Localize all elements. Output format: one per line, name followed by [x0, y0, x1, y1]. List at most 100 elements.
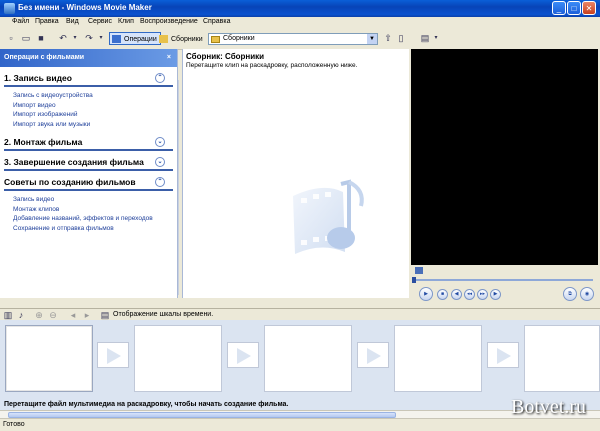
close-button[interactable]: ✕	[582, 1, 596, 15]
section-links: Запись видео Монтаж клипов Добавление на…	[0, 191, 177, 235]
seek-bar[interactable]	[411, 277, 598, 283]
link-tip-capture-video[interactable]: Запись видео	[13, 195, 177, 205]
arrow-right-icon	[367, 348, 381, 364]
monitor-icon	[415, 267, 423, 274]
zoom-out-icon[interactable]: ⊖	[48, 310, 58, 320]
section-tips[interactable]: Советы по созданию фильмов ⌃	[0, 175, 177, 189]
undo-icon[interactable]: ↶	[58, 33, 68, 43]
undo-dropdown-icon[interactable]: ▾	[70, 33, 80, 43]
task-pane-header: Операции с фильмами ×	[0, 49, 177, 67]
section-capture-video[interactable]: 1. Запись видео ⌃	[0, 71, 177, 85]
menu-clip[interactable]: Клип	[118, 18, 134, 25]
view-options-dropdown-icon[interactable]: ▾	[431, 33, 441, 43]
menu-edit[interactable]: Правка	[35, 18, 59, 25]
link-import-pictures[interactable]: Импорт изображений	[13, 110, 177, 120]
arrow-right-icon	[107, 348, 121, 364]
section-divider	[4, 169, 173, 171]
section-finish-movie[interactable]: 3. Завершение создания фильма ⌄	[0, 155, 177, 169]
transition-cell[interactable]	[97, 342, 129, 368]
maximize-button[interactable]: □	[567, 1, 581, 15]
storyboard-hint: Перетащите файл мультимедиа на раскадров…	[4, 401, 289, 408]
collection-title: Сборник: Сборники	[186, 52, 265, 61]
chevron-down-icon[interactable]: ▼	[367, 34, 377, 44]
storyboard-cell[interactable]	[5, 325, 93, 392]
menu-bar: Файл Правка Вид Сервис Клип Воспроизведе…	[0, 17, 600, 29]
narrate-icon[interactable]: ♪	[16, 310, 26, 320]
title-bar: Без имени - Windows Movie Maker _ □ ✕	[0, 0, 600, 17]
collection-select[interactable]: Сборники ▼	[208, 33, 378, 45]
save-icon[interactable]: ■	[36, 33, 46, 43]
forward-button[interactable]: ▸▸	[477, 289, 488, 300]
collection-pane[interactable]: Сборник: Сборники Перетащите клип на рас…	[182, 49, 410, 298]
menu-tools[interactable]: Сервис	[88, 18, 112, 25]
folder-icon	[211, 36, 220, 43]
task-pane-title: Операции с фильмами	[4, 54, 85, 61]
redo-icon[interactable]: ↷	[84, 33, 94, 43]
status-bar: Готово	[0, 418, 600, 431]
menu-view[interactable]: Вид	[66, 18, 79, 25]
transition-cell[interactable]	[227, 342, 259, 368]
link-tip-edit-clips[interactable]: Монтаж клипов	[13, 205, 177, 215]
section-links: Запись с видеоустройства Импорт видео Им…	[0, 87, 177, 131]
zoom-in-icon[interactable]: ⊕	[34, 310, 44, 320]
minimize-button[interactable]: _	[552, 1, 566, 15]
section-title: 1. Запись видео	[4, 73, 72, 83]
section-title: 2. Монтаж фильма	[4, 137, 83, 147]
video-screen	[411, 49, 598, 265]
collections-label: Сборники	[171, 36, 203, 43]
operations-label: Операции	[124, 36, 157, 43]
take-picture-button[interactable]: ◉	[580, 287, 594, 301]
arrow-right-icon	[237, 348, 251, 364]
rewind-button[interactable]: ◂◂	[464, 289, 475, 300]
link-import-video[interactable]: Импорт видео	[13, 101, 177, 111]
section-title: 3. Завершение создания фильма	[4, 157, 144, 167]
transition-cell[interactable]	[357, 342, 389, 368]
seek-track	[413, 279, 593, 281]
menu-file[interactable]: Файл	[12, 18, 29, 25]
seek-thumb[interactable]	[412, 277, 416, 283]
redo-dropdown-icon[interactable]: ▾	[96, 33, 106, 43]
storyboard-cell[interactable]	[524, 325, 600, 392]
new-project-icon[interactable]: ▫	[6, 33, 16, 43]
chevron-down-icon[interactable]: ⌄	[155, 157, 165, 167]
site-watermark: Botvet.ru	[511, 396, 586, 418]
new-collection-icon[interactable]: ▯	[396, 33, 406, 43]
transition-cell[interactable]	[487, 342, 519, 368]
section-edit-movie[interactable]: 2. Монтаж фильма ⌄	[0, 135, 177, 149]
storyboard-icon[interactable]: ▥	[3, 310, 13, 320]
section-divider	[4, 149, 173, 151]
stop-button[interactable]: ■	[437, 289, 448, 300]
play-button[interactable]: ▶	[419, 287, 433, 301]
split-clip-button[interactable]: ⧉	[563, 287, 577, 301]
show-timeline-label[interactable]: Отображение шкалы времени.	[113, 311, 213, 318]
menu-help[interactable]: Справка	[203, 18, 230, 25]
next-frame-button[interactable]: ▶	[490, 289, 501, 300]
link-tip-titles-effects[interactable]: Добавление названий, эффектов и переходо…	[13, 214, 177, 224]
window-title: Без имени - Windows Movie Maker	[18, 3, 152, 12]
play-storyboard-icon[interactable]: ▸	[82, 310, 92, 320]
previous-frame-button[interactable]: ◀	[451, 289, 462, 300]
collection-hint: Перетащите клип на раскадровку, располож…	[186, 62, 358, 69]
link-import-audio[interactable]: Импорт звука или музыки	[13, 120, 177, 130]
timeline-icon[interactable]: ▤	[100, 310, 110, 320]
operations-button[interactable]: Операции	[109, 32, 161, 45]
chevron-up-icon[interactable]: ⌃	[155, 73, 165, 83]
storyboard-cell[interactable]	[264, 325, 352, 392]
link-tip-save-send[interactable]: Сохранение и отправка фильмов	[13, 224, 177, 234]
chevron-down-icon[interactable]: ⌄	[155, 137, 165, 147]
open-folder-icon[interactable]: ▭	[21, 33, 31, 43]
collections-button[interactable]: Сборники	[156, 32, 207, 45]
chevron-up-icon[interactable]: ⌃	[155, 177, 165, 187]
menu-playback[interactable]: Воспроизведение	[140, 18, 198, 25]
link-capture-from-device[interactable]: Запись с видеоустройства	[13, 91, 177, 101]
preview-monitor: ▶ ■ ◀ ◂◂ ▸▸ ▶ ⧉ ◉	[409, 49, 600, 301]
up-folder-icon[interactable]: ⇧	[383, 33, 393, 43]
storyboard-cell[interactable]	[394, 325, 482, 392]
task-pane-close-button[interactable]: ×	[167, 49, 171, 67]
storyboard-cell[interactable]	[134, 325, 222, 392]
view-options-icon[interactable]: ▤	[420, 33, 430, 43]
pane-divider	[178, 80, 179, 295]
collection-select-value: Сборники	[223, 35, 255, 42]
storyboard[interactable]: Перетащите файл мультимедиа на раскадров…	[0, 320, 600, 410]
rewind-storyboard-icon[interactable]: ◂	[68, 310, 78, 320]
